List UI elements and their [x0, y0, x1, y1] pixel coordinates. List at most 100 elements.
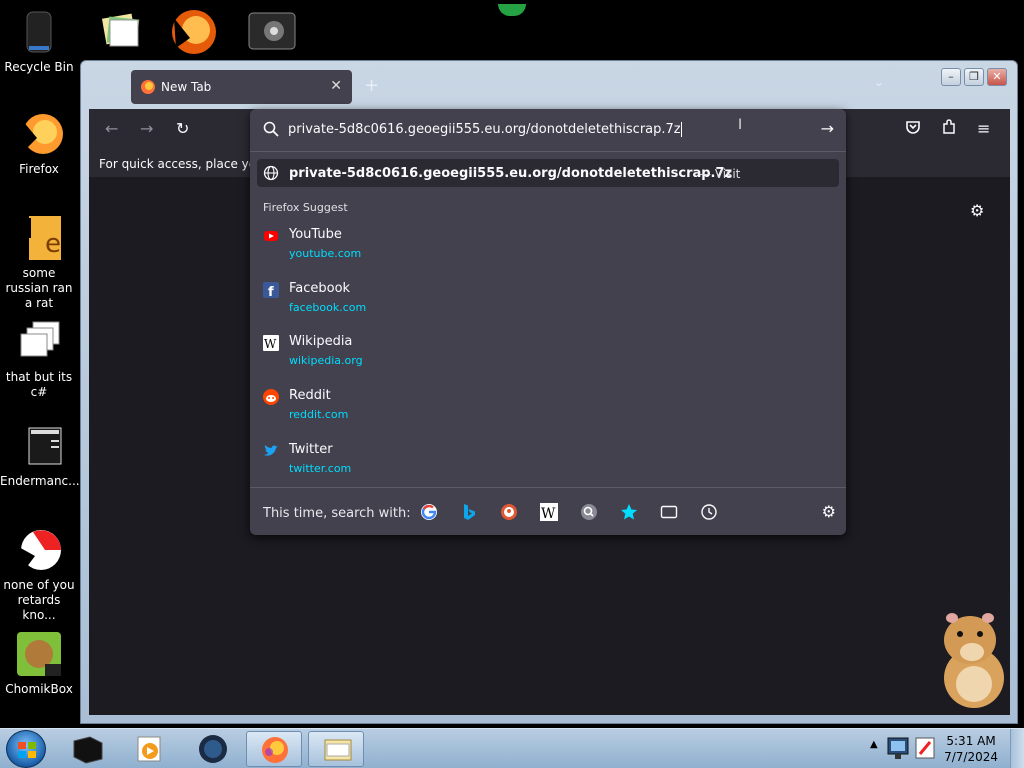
suggestion-name: Facebook	[289, 281, 351, 296]
search-settings-gear-icon[interactable]: ⚙	[822, 502, 836, 521]
tabs-icon[interactable]	[660, 503, 678, 521]
suggestion-domain: wikipedia.org	[289, 354, 363, 367]
maximize-button[interactable]: ❐	[964, 68, 984, 86]
windows-stack-icon	[15, 318, 63, 366]
desktop-icon-endermanc[interactable]: Endermanc...	[0, 422, 80, 489]
taskbar-item-globe[interactable]	[184, 731, 240, 767]
search-with-label: This time, search with:	[263, 506, 411, 521]
suggestion-facebook[interactable]: f Facebook facebook.com	[250, 279, 846, 331]
result-action: — Visit	[699, 167, 741, 181]
google-icon[interactable]	[420, 503, 438, 521]
desktop-icon-firefox[interactable]: Firefox	[0, 110, 78, 177]
desktop-icon-recycle-bin[interactable]: Recycle Bin	[0, 8, 78, 75]
bing-icon[interactable]	[460, 503, 478, 521]
desktop-icon-label: Firefox	[19, 162, 59, 176]
search-icon	[263, 121, 279, 141]
back-arrow-icon[interactable]: ←	[105, 119, 118, 138]
reload-icon[interactable]: ↻	[176, 119, 189, 138]
close-tab-icon[interactable]: ✕	[330, 78, 342, 94]
wikipedia-icon: W	[263, 335, 279, 351]
suggestion-domain: reddit.com	[289, 408, 349, 421]
suggestion-twitter[interactable]: Twitter twitter.com	[250, 440, 846, 492]
suggestion-name: Wikipedia	[289, 334, 353, 349]
hamster-image	[938, 604, 1008, 710]
tab-new-tab[interactable]: New Tab ✕	[131, 70, 352, 104]
firefox-alt-icon[interactable]	[170, 8, 220, 54]
program-shortcut-icon: e	[15, 214, 63, 262]
svg-text:W: W	[541, 506, 556, 521]
taskbar-item-media[interactable]	[122, 731, 178, 767]
url-text: private-5d8c0616.geoegii555.eu.org/donot…	[288, 122, 681, 137]
suggestion-reddit[interactable]: Reddit reddit.com	[250, 386, 846, 438]
extensions-icon[interactable]	[941, 119, 957, 139]
desktop-icon-that-but-c[interactable]: that but its c#	[0, 318, 78, 400]
minimize-button[interactable]: –	[941, 68, 961, 86]
green-indicator-icon	[498, 4, 526, 16]
desktop-icon-label: some russian ran a rat	[5, 266, 73, 310]
tab-title: New Tab	[161, 80, 212, 94]
folder-stack-icon[interactable]	[100, 8, 150, 54]
media-player-icon[interactable]	[248, 12, 298, 58]
firefox-icon	[15, 110, 63, 158]
bookmarks-star-icon[interactable]	[620, 503, 638, 521]
text-cursor-icon: I	[738, 117, 743, 133]
desktop: Recycle Bin Firefox e some russian ran a…	[0, 0, 1024, 768]
twitter-icon	[263, 443, 279, 459]
taskbar-item-firefox[interactable]	[246, 731, 302, 767]
taskbar-item-explorer[interactable]	[308, 731, 364, 767]
suggestion-domain: twitter.com	[289, 462, 352, 475]
recycle-bin-icon	[15, 8, 63, 56]
forward-arrow-icon[interactable]: →	[140, 119, 153, 138]
result-url: private-5d8c0616.geoegii555.eu.org/donot…	[289, 166, 733, 181]
desktop-icon-label: ChomikBox	[5, 682, 73, 696]
taskbar: ▲ 5:31 AM 7/7/2024	[0, 728, 1024, 768]
list-tabs-chevron-icon[interactable]: ⌄	[874, 75, 884, 89]
go-arrow-icon[interactable]: →	[821, 119, 834, 138]
close-window-button[interactable]: ✕	[987, 68, 1007, 86]
desktop-icon-label: none of you retards kno...	[3, 578, 75, 622]
wikipedia-engine-icon[interactable]: W	[540, 503, 558, 522]
suggestion-wikipedia[interactable]: W Wikipedia wikipedia.org	[250, 332, 846, 384]
separator	[250, 151, 846, 152]
desktop-icon-some-russian[interactable]: e some russian ran a rat	[0, 214, 78, 311]
facebook-icon: f	[263, 282, 279, 300]
taskbar-item-app[interactable]	[60, 731, 116, 767]
new-tab-plus-icon[interactable]: +	[364, 75, 379, 96]
menu-hamburger-icon[interactable]: ≡	[977, 119, 990, 138]
network-icon[interactable]	[886, 734, 912, 766]
action-center-icon[interactable]	[912, 734, 938, 766]
history-clock-icon[interactable]	[700, 503, 718, 521]
desktop-icon-chomikbox[interactable]: ChomikBox	[0, 630, 78, 697]
show-desktop-button[interactable]	[1010, 729, 1024, 768]
search-engine-icon[interactable]	[580, 503, 598, 521]
svg-text:f: f	[268, 285, 274, 298]
desktop-icon-none-of-you[interactable]: none of you retards kno...	[0, 526, 78, 623]
suggestion-name: Twitter	[289, 442, 333, 457]
duckduckgo-icon[interactable]	[500, 503, 518, 521]
tray-expand-arrow-icon[interactable]: ▲	[870, 739, 878, 750]
suggestion-domain: youtube.com	[289, 247, 362, 260]
urlbar-dropdown: private-5d8c0616.geoegii555.eu.org/donot…	[250, 109, 846, 535]
desktop-icon-label: Endermanc...	[0, 474, 80, 488]
suggest-header: Firefox Suggest	[263, 201, 348, 214]
clock-time: 5:31 AM	[946, 734, 996, 748]
firefox-tab-icon	[140, 79, 156, 95]
page-settings-gear-icon[interactable]: ⚙	[970, 201, 984, 220]
visit-url-result[interactable]: private-5d8c0616.geoegii555.eu.org/donot…	[257, 159, 839, 187]
pocket-icon[interactable]	[905, 119, 921, 139]
suggestion-youtube[interactable]: YouTube youtube.com	[250, 225, 846, 277]
start-button[interactable]	[6, 730, 46, 768]
url-input[interactable]: private-5d8c0616.geoegii555.eu.org/donot…	[250, 109, 846, 151]
program-window-icon	[15, 422, 63, 470]
suggestion-name: YouTube	[289, 227, 342, 242]
desktop-icon-label: that but its c#	[5, 370, 73, 399]
clock-date: 7/7/2024	[944, 750, 998, 764]
tab-strip: New Tab ✕ + ⌄ – ❐ ✕	[81, 61, 1017, 109]
clock[interactable]: 5:31 AM 7/7/2024	[944, 733, 998, 765]
desktop-icon-label: Recycle Bin	[4, 60, 74, 74]
svg-text:W: W	[264, 337, 277, 351]
globe-icon	[263, 165, 279, 185]
reddit-icon	[263, 389, 279, 405]
suggestion-name: Reddit	[289, 388, 331, 403]
app-icon	[15, 526, 63, 574]
